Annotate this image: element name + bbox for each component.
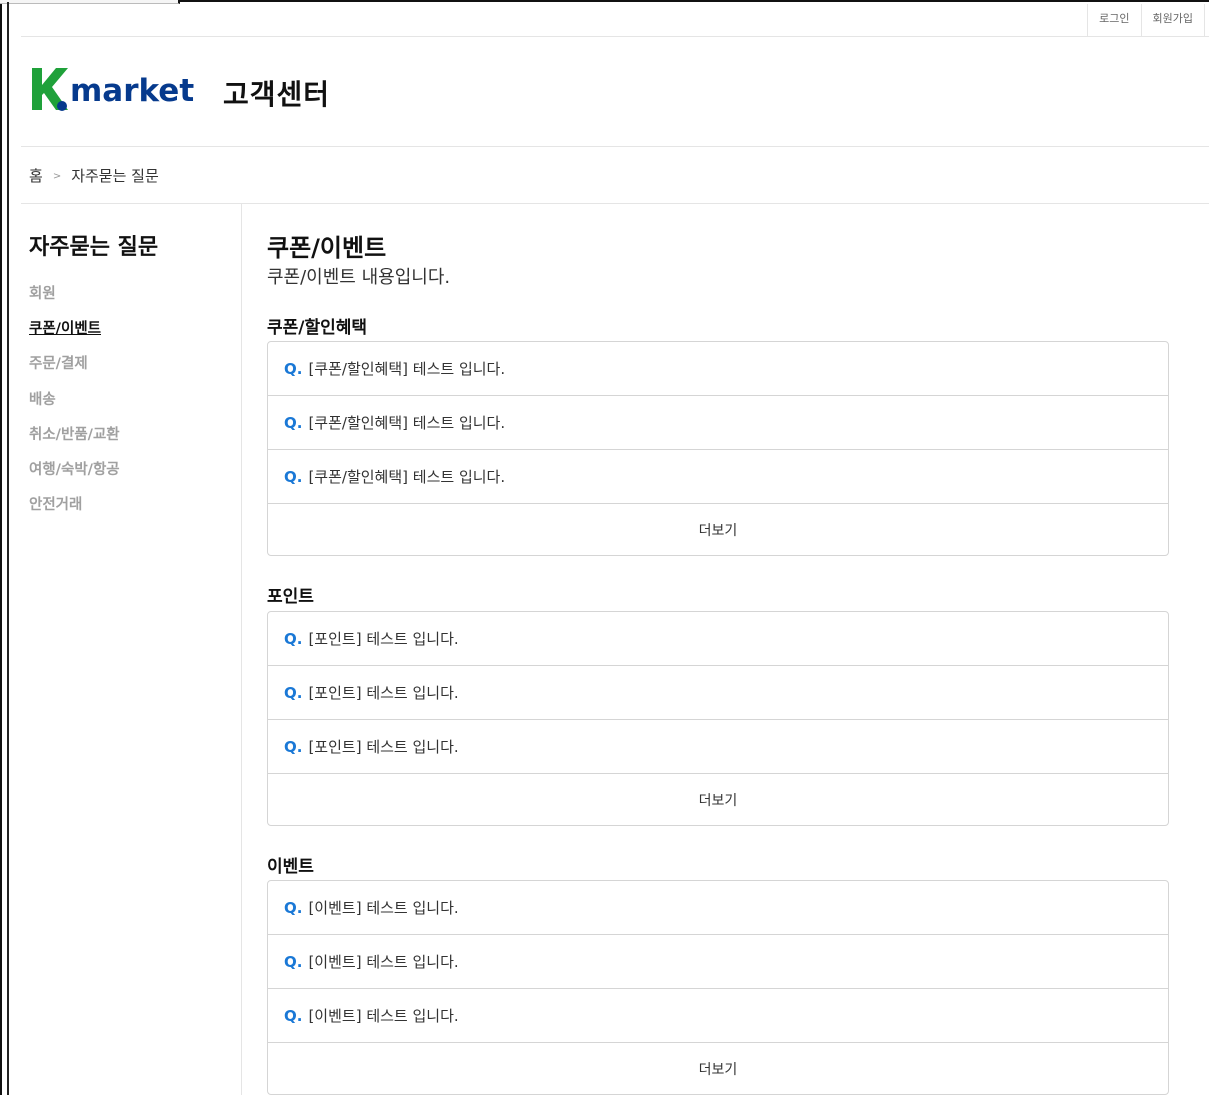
sidebar-item-order-payment[interactable]: 주문/결제	[29, 352, 120, 387]
sidebar: 자주묻는 질문 회원 쿠폰/이벤트 주문/결제 배송 취소/반품/교환 여행/숙…	[21, 204, 242, 1095]
faq-item[interactable]: Q. [이벤트] 테스트 입니다.	[268, 935, 1168, 989]
q-marker: Q.	[284, 467, 303, 486]
q-marker: Q.	[284, 683, 303, 702]
q-marker: Q.	[284, 629, 303, 648]
q-marker: Q.	[284, 737, 303, 756]
faq-item[interactable]: Q. [포인트] 테스트 입니다.	[268, 720, 1168, 774]
breadcrumb: 홈 > 자주묻는 질문	[21, 147, 1209, 204]
faq-question: [이벤트] 테스트 입니다.	[308, 899, 459, 917]
faq-question: [이벤트] 테스트 입니다.	[308, 1007, 459, 1025]
sidebar-item-cancel-return[interactable]: 취소/반품/교환	[29, 423, 120, 458]
login-link[interactable]: 로그인	[1087, 4, 1140, 37]
faq-list-coupon: Q. [쿠폰/할인혜택] 테스트 입니다. Q. [쿠폰/할인혜택] 테스트 입…	[267, 341, 1169, 556]
breadcrumb-current: 자주묻는 질문	[71, 166, 159, 185]
more-button[interactable]: 더보기	[268, 774, 1168, 825]
faq-question: [쿠폰/할인혜택] 테스트 입니다.	[308, 360, 506, 378]
page-title: 고객센터	[223, 78, 331, 111]
q-marker: Q.	[284, 898, 303, 917]
sidebar-item-safe-trade[interactable]: 안전거래	[29, 493, 120, 528]
faq-item[interactable]: Q. [이벤트] 테스트 입니다.	[268, 989, 1168, 1043]
section-title-point: 포인트	[267, 587, 314, 607]
faq-list-point: Q. [포인트] 테스트 입니다. Q. [포인트] 테스트 입니다. Q. […	[267, 611, 1169, 826]
faq-item[interactable]: Q. [이벤트] 테스트 입니다.	[268, 881, 1168, 935]
faq-item[interactable]: Q. [포인트] 테스트 입니다.	[268, 666, 1168, 720]
q-marker: Q.	[284, 359, 303, 378]
header: market 고객센터	[21, 37, 1209, 147]
q-marker: Q.	[284, 1006, 303, 1025]
page: 로그인 회원가입 market 고객센터 홈 > 자주묻는 질문 자주묻는 질문…	[21, 0, 1209, 1095]
kmarket-logo[interactable]: market	[30, 65, 194, 113]
utility-bar: 로그인 회원가입	[21, 4, 1209, 37]
utility-links: 로그인 회원가입	[1087, 4, 1205, 37]
q-marker: Q.	[284, 952, 303, 971]
section-title-event: 이벤트	[267, 857, 314, 877]
content-description: 쿠폰/이벤트 내용입니다.	[267, 267, 451, 288]
more-button[interactable]: 더보기	[268, 504, 1168, 555]
faq-item[interactable]: Q. [포인트] 테스트 입니다.	[268, 612, 1168, 666]
sidebar-item-member[interactable]: 회원	[29, 282, 120, 317]
faq-item[interactable]: Q. [쿠폰/할인혜택] 테스트 입니다.	[268, 342, 1168, 396]
faq-list-event: Q. [이벤트] 테스트 입니다. Q. [이벤트] 테스트 입니다. Q. […	[267, 880, 1169, 1095]
k-logo-icon	[32, 68, 68, 111]
faq-item[interactable]: Q. [쿠폰/할인혜택] 테스트 입니다.	[268, 396, 1168, 450]
faq-question: [이벤트] 테스트 입니다.	[308, 953, 459, 971]
faq-item[interactable]: Q. [쿠폰/할인혜택] 테스트 입니다.	[268, 450, 1168, 504]
faq-question: [포인트] 테스트 입니다.	[308, 738, 459, 756]
sidebar-menu: 회원 쿠폰/이벤트 주문/결제 배송 취소/반품/교환 여행/숙박/항공 안전거…	[29, 282, 120, 528]
content-title: 쿠폰/이벤트	[267, 234, 387, 262]
section-title-coupon: 쿠폰/할인혜택	[267, 318, 368, 338]
window-divider	[7, 2, 9, 1095]
sidebar-item-coupon-event[interactable]: 쿠폰/이벤트	[29, 317, 120, 352]
breadcrumb-separator: >	[52, 171, 62, 182]
sidebar-item-delivery[interactable]: 배송	[29, 388, 120, 423]
sidebar-item-travel[interactable]: 여행/숙박/항공	[29, 458, 120, 493]
breadcrumb-home[interactable]: 홈	[29, 165, 43, 186]
logo-text: market	[70, 73, 195, 109]
faq-question: [쿠폰/할인혜택] 테스트 입니다.	[308, 468, 506, 486]
q-marker: Q.	[284, 413, 303, 432]
faq-question: [쿠폰/할인혜택] 테스트 입니다.	[308, 414, 506, 432]
faq-question: [포인트] 테스트 입니다.	[308, 684, 459, 702]
sidebar-title: 자주묻는 질문	[29, 235, 159, 260]
more-button[interactable]: 더보기	[268, 1043, 1168, 1094]
faq-question: [포인트] 테스트 입니다.	[308, 630, 459, 648]
signup-link[interactable]: 회원가입	[1140, 4, 1205, 37]
